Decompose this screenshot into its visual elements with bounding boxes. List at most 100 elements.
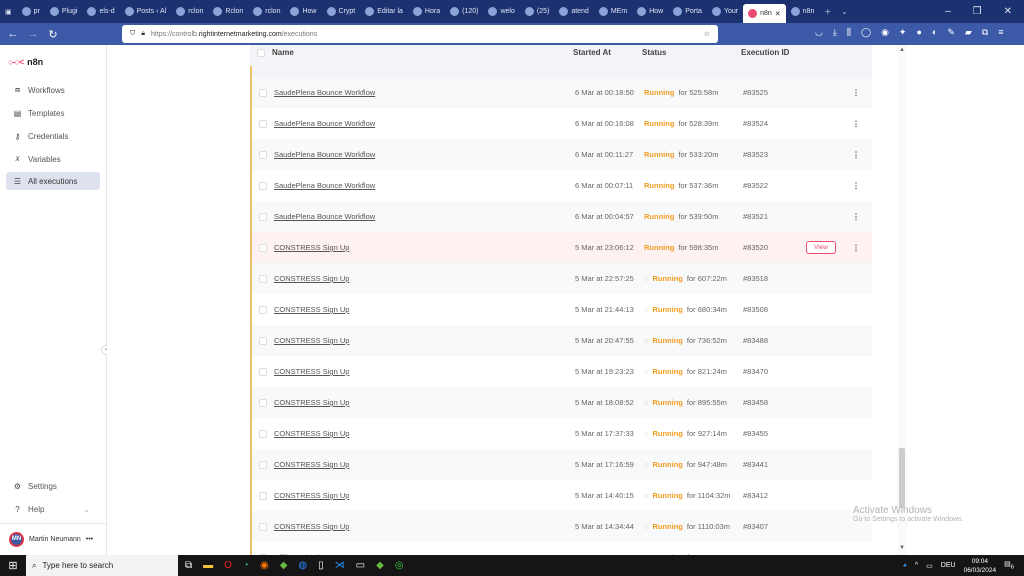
more-options-icon[interactable]: ⋮ [852,150,860,159]
workflow-name-link[interactable]: SaudePlena Bounce Workflow [274,119,375,128]
workflow-name-link[interactable]: CONSTRESS Sign Up [274,367,349,376]
workflow-name-link[interactable]: CONSTRESS Sign Up [274,491,349,500]
pocket-icon[interactable]: ◡ [815,27,823,38]
tab-list-button[interactable]: ⌄ [836,0,852,23]
extension-icon[interactable]: ✎ [947,27,955,38]
windows-start-icon[interactable]: ⊞ [0,559,26,572]
row-checkbox[interactable] [259,491,267,500]
browser-tab[interactable]: Hora [408,0,445,23]
workflow-name-link[interactable]: CONSTRESS Sign Up [274,243,349,252]
extension-icon[interactable]: ◉ [881,27,889,38]
notification-icon[interactable]: ▤6 [1004,560,1014,570]
bookmark-star-icon[interactable]: ☆ [704,30,710,38]
table-row[interactable]: CONSTRESS Sign Up 5 Mar at 14:34:44 ◌ Run… [250,511,872,542]
table-row[interactable]: CONSTRESS Sign Up 5 Mar at 21:44:13 ◌ Run… [250,294,872,325]
table-row[interactable]: SaudePlena Bounce Workflow 6 Mar at 00:1… [250,77,872,108]
scrollbar[interactable]: ▲ ▼ [897,45,907,555]
browser-tab[interactable]: Your [707,0,743,23]
scroll-up-icon[interactable]: ▲ [899,47,905,53]
extensions-puzzle-icon[interactable]: ⧉ [982,27,988,38]
forward-icon[interactable]: → [23,28,43,40]
sidebar-item-settings[interactable]: ⚙ Settings [6,477,100,495]
more-options-icon[interactable]: ⋮ [852,88,860,97]
browser-tab[interactable]: Porta [668,0,707,23]
row-checkbox[interactable] [259,150,267,159]
task-view-icon[interactable]: ⧉ [185,560,192,571]
reload-icon[interactable]: ↻ [43,28,63,41]
browser-tab[interactable]: n8n ✕ [743,4,786,23]
browser-tab[interactable]: How [632,0,668,23]
row-checkbox[interactable] [259,522,267,531]
user-menu[interactable]: MN Martin Neumann ••• [0,523,106,555]
close-tab-icon[interactable]: ✕ [775,10,781,18]
browser-tab[interactable]: pr [17,0,45,23]
app-icon[interactable]: ◆ [280,560,288,571]
row-checkbox[interactable] [259,460,267,469]
menu-icon[interactable]: ≡ [998,27,1003,38]
more-options-icon[interactable]: ⋮ [852,119,860,128]
sidebar-item-workflows[interactable]: ⧈ Workflows [6,81,100,99]
sidebar-item-variables[interactable]: 𝑥 Variables [6,150,100,168]
workflow-name-link[interactable]: CONSTRESS Sign Up [274,429,349,438]
table-row[interactable]: CONSTRESS Sign Up 5 Mar at 18:08:52 ◌ Run… [250,387,872,418]
minimize-icon[interactable]: – [945,6,951,17]
workflow-name-link[interactable]: SaudePlena Bounce Workflow [274,88,375,97]
browser-tab[interactable]: welo [483,0,519,23]
close-icon[interactable]: ✕ [1004,6,1012,17]
table-row[interactable]: CONSTRESS Sign Up 5 Mar at 14:40:15 ◌ Run… [250,480,872,511]
workflow-name-link[interactable]: SaudePlena Bounce Workflow [274,212,375,221]
file-explorer-icon[interactable]: ▬ [203,560,213,571]
sidebar-item-templates[interactable]: ▤ Templates [6,104,100,122]
more-options-icon[interactable]: ⋮ [852,212,860,221]
row-checkbox[interactable] [259,367,267,376]
firefox-icon[interactable]: ◉ [260,560,269,571]
table-row[interactable]: SaudePlena Bounce Workflow 6 Mar at 00:0… [250,170,872,201]
browser-tab[interactable]: MEm [594,0,632,23]
vscode-icon[interactable]: ⋊ [335,560,345,571]
row-checkbox[interactable] [259,398,267,407]
row-checkbox[interactable] [259,274,267,283]
taskbar-search[interactable]: ⌕ Type here to search [26,555,178,576]
browser-tab[interactable]: Crypt [322,0,361,23]
back-icon[interactable]: ← [3,28,23,40]
row-checkbox[interactable] [259,181,267,190]
scroll-down-icon[interactable]: ▼ [899,545,905,551]
row-checkbox[interactable] [259,336,267,345]
app-icon[interactable]: ▭ [356,560,365,571]
app-icon[interactable]: ◆ [376,560,384,571]
row-checkbox[interactable] [259,243,267,252]
browser-tab[interactable]: Plugi [45,0,83,23]
user-more-button[interactable]: ••• [86,536,93,543]
browser-tab[interactable]: Posts ‹ Al [120,0,172,23]
row-checkbox[interactable] [259,88,267,97]
download-icon[interactable]: ⤓ [833,27,837,38]
browser-tab[interactable]: rclon [171,0,208,23]
browser-tab[interactable]: rclon [248,0,285,23]
table-row[interactable]: SaudePlena Bounce Workflow 6 Mar at 00:0… [250,201,872,232]
scrollbar-thumb[interactable] [899,448,905,508]
new-tab-button[interactable]: ＋ [819,0,836,23]
table-row[interactable]: CONSTRESS Sign Up 5 Mar at 17:16:59 ◌ Run… [250,449,872,480]
more-options-icon[interactable]: ⋮ [852,181,860,190]
n8n-logo[interactable]: ○-○< n8n [8,57,43,67]
row-checkbox[interactable] [259,305,267,314]
browser-tab[interactable]: Rclon [208,0,248,23]
extension-icon[interactable]: ● [916,27,921,38]
table-row[interactable]: Affiliate Check 5 Mar at 22:57:25 ◌Runni… [250,542,872,555]
workflow-name-link[interactable]: CONSTRESS Sign Up [274,274,349,283]
browser-tab[interactable]: How [285,0,321,23]
tray-expand-icon[interactable]: ^ [915,562,918,569]
library-icon[interactable]: ⫼ [847,27,851,38]
workflow-name-link[interactable]: CONSTRESS Sign Up [274,305,349,314]
workflow-name-link[interactable]: CONSTRESS Sign Up [274,336,349,345]
row-checkbox[interactable] [259,119,267,128]
row-checkbox[interactable] [259,212,267,221]
battery-icon[interactable]: ▭ [926,562,933,570]
chrome-icon[interactable]: ◎ [395,560,404,571]
select-all-checkbox[interactable] [257,48,265,57]
browser-tab[interactable]: Editar la [360,0,408,23]
table-row[interactable]: CONSTRESS Sign Up 5 Mar at 19:23:23 ◌ Run… [250,356,872,387]
extension-icon[interactable]: ▰ [965,27,972,38]
browser-tab[interactable]: n8n [786,0,820,23]
extension-icon[interactable]: ◐ [932,27,937,38]
